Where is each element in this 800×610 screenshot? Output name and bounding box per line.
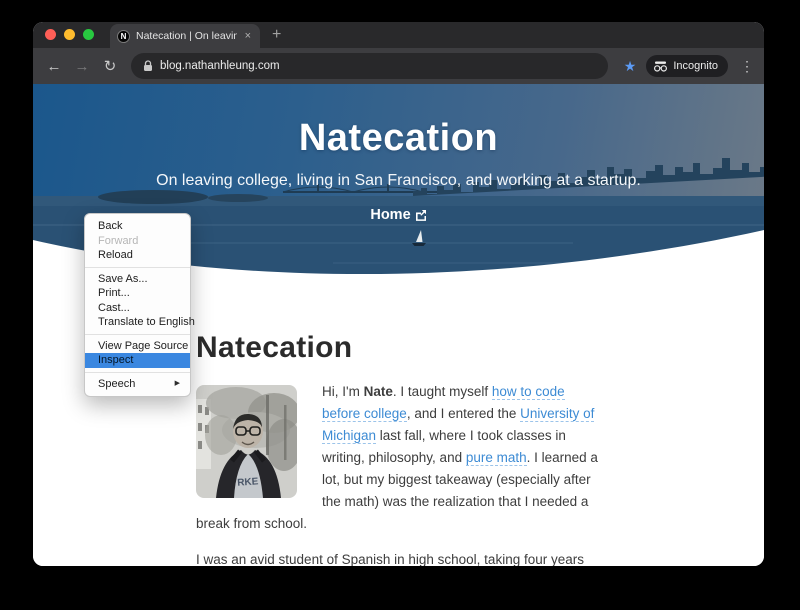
shirt-text: RKE [237,476,259,488]
profile-photo: RKE [196,385,297,498]
close-window-button[interactable] [45,29,56,40]
tab-title: Natecation | On leaving college, [136,30,237,42]
minimize-window-button[interactable] [64,29,75,40]
window-controls [33,29,104,48]
home-link[interactable]: Home [370,207,426,223]
reload-icon[interactable]: ↻ [99,57,121,75]
lock-icon [144,60,152,71]
incognito-badge: Incognito [646,55,728,77]
menu-divider [85,371,190,373]
external-link-icon [415,210,426,221]
forward-icon[interactable]: → [71,58,93,75]
text-run: , and I entered the [406,406,521,421]
article-heading: Natecation [196,331,353,364]
home-link-label: Home [370,207,411,223]
link-pure-math[interactable]: pure math [465,450,527,466]
menu-divider [85,266,190,268]
name-bold: Nate [363,384,393,399]
text-run: . I taught myself [392,384,492,399]
site-tagline: On leaving college, living in San Franci… [156,172,641,189]
tab-favicon-icon: N [117,29,130,43]
browser-toolbar: ← → ↻ blog.nathanhleung.com ★ Incognito [33,48,764,84]
text-run: Hi, I'm [322,384,364,399]
menu-item-speech-label: Speech [98,377,136,390]
about-paragraph-2: I was an avid student of Spanish in high… [196,552,584,566]
menu-item-view-page-source[interactable]: View Page Source [85,339,190,354]
url-text: blog.nathanhleung.com [160,60,280,72]
menu-item-speech[interactable]: Speech ▶ [85,377,190,392]
article: Natecation RKE Hi, I'm Nate. I taught my… [196,331,601,566]
menu-item-reload[interactable]: Reload [85,248,190,263]
profile-photo-graphic: RKE [196,385,297,498]
menu-item-translate[interactable]: Translate to English [85,315,195,330]
menu-divider [85,333,190,335]
tab-close-icon[interactable]: × [243,30,253,43]
browser-tab[interactable]: N Natecation | On leaving college, × [110,24,260,48]
browser-menu-icon[interactable]: ⋮ [740,58,754,75]
submenu-arrow-icon: ▶ [174,379,180,387]
incognito-label: Incognito [673,60,718,72]
incognito-icon [654,61,668,72]
site-title: Natecation [298,117,499,159]
address-bar[interactable]: blog.nathanhleung.com [131,53,608,79]
screenshot-stage: N Natecation | On leaving college, × + ←… [0,0,800,610]
menu-item-cast[interactable]: Cast... [85,301,190,316]
zoom-window-button[interactable] [83,29,94,40]
back-icon[interactable]: ← [43,58,65,75]
bookmark-star-icon[interactable]: ★ [624,58,637,75]
about-section: RKE Hi, I'm Nate. I taught myself how to… [196,381,601,566]
menu-item-forward[interactable]: Forward [85,234,190,249]
browser-window: N Natecation | On leaving college, × + ←… [33,22,764,566]
context-menu: Back Forward Reload Save As... Print... … [84,213,195,397]
menu-item-inspect[interactable]: Inspect [85,353,190,368]
tab-strip: N Natecation | On leaving college, × + [33,22,764,48]
menu-item-back[interactable]: Back [85,219,190,234]
new-tab-button[interactable]: + [272,27,281,43]
menu-item-save-as[interactable]: Save As... [85,272,190,287]
menu-item-print[interactable]: Print... [85,286,190,301]
